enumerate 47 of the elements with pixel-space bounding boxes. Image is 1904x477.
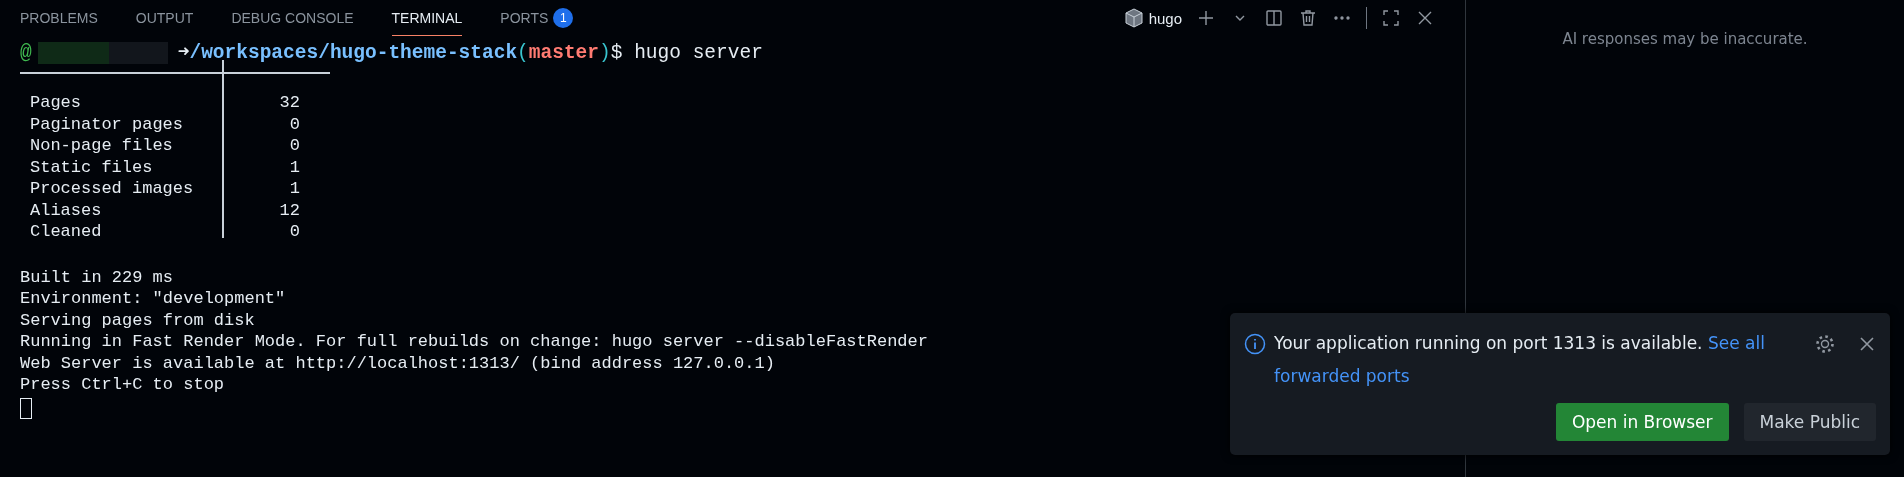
command-text: $ hugo server: [610, 41, 763, 66]
maximize-icon[interactable]: [1381, 8, 1401, 28]
notification-message: Your application running on port 1313 is available. See all forwarded ports: [1274, 332, 1766, 388]
forwarded-ports-link[interactable]: forwarded ports: [1274, 366, 1410, 386]
count-badge: 1: [553, 8, 574, 28]
stat-value: 1: [288, 156, 300, 178]
info-icon: [1244, 333, 1266, 355]
prompt-arrow: ➜: [177, 41, 190, 66]
stat-label: Cleaned: [30, 221, 103, 243]
output-line: Built in 229 ms: [20, 267, 174, 287]
panel-tab[interactable]: PROBLEMS: [20, 0, 98, 36]
stat-value: 32: [278, 92, 300, 114]
prompt-path: /workspaces/hugo-theme-stack: [189, 41, 518, 66]
output-line: Press Ctrl+C to stop: [20, 375, 225, 394]
close-icon[interactable]: [1858, 335, 1876, 353]
plus-icon[interactable]: [1196, 8, 1216, 28]
output-line: Environment: "development": [20, 289, 286, 308]
forwarded-ports-link[interactable]: See all: [1707, 333, 1765, 353]
stat-value: 0: [288, 135, 300, 157]
prompt-marker: @: [20, 41, 32, 66]
output-line: Web Server is available at http://localhost:1313/ (bind address 127.0.0.1): [20, 353, 775, 373]
stat-value: 12: [278, 199, 300, 221]
open-browser-button[interactable]: Open in Browser: [1555, 403, 1729, 441]
panel-tab[interactable]: DEBUG CONSOLE: [231, 0, 354, 36]
output-line: Serving pages from disk: [20, 310, 255, 330]
stat-value: 1: [288, 178, 300, 200]
stat-label: Paginator pages: [30, 113, 185, 135]
stat-label: Processed images: [30, 178, 195, 200]
stat-label: Non-page files: [30, 135, 174, 157]
output-line: Running in Fast Render Mode. For full rebuilds on change: hugo server --disableFastRender: [20, 332, 928, 351]
git-branch: (master): [517, 41, 611, 66]
settings-icon[interactable]: [1814, 333, 1836, 355]
split-icon[interactable]: [1264, 8, 1284, 28]
cursor: [20, 397, 32, 419]
stat-value: 0: [288, 221, 300, 243]
stat-label: Static files: [30, 156, 154, 178]
make-public-button[interactable]: Make Public: [1743, 403, 1876, 441]
panel-tab[interactable]: PORTS 1: [500, 0, 574, 36]
stat-label: Pages: [30, 92, 82, 114]
disclaimer-text: AI responses may be inaccurate.: [1562, 30, 1808, 48]
stat-label: Aliases: [30, 199, 103, 221]
trash-icon[interactable]: [1298, 8, 1318, 28]
panel-tab[interactable]: TERMINAL: [391, 0, 463, 36]
cube-icon: [1124, 8, 1143, 28]
stat-value: 0: [288, 113, 300, 135]
panel-tab[interactable]: OUTPUT: [135, 0, 194, 36]
terminal-selector[interactable]: hugo: [1124, 8, 1182, 28]
